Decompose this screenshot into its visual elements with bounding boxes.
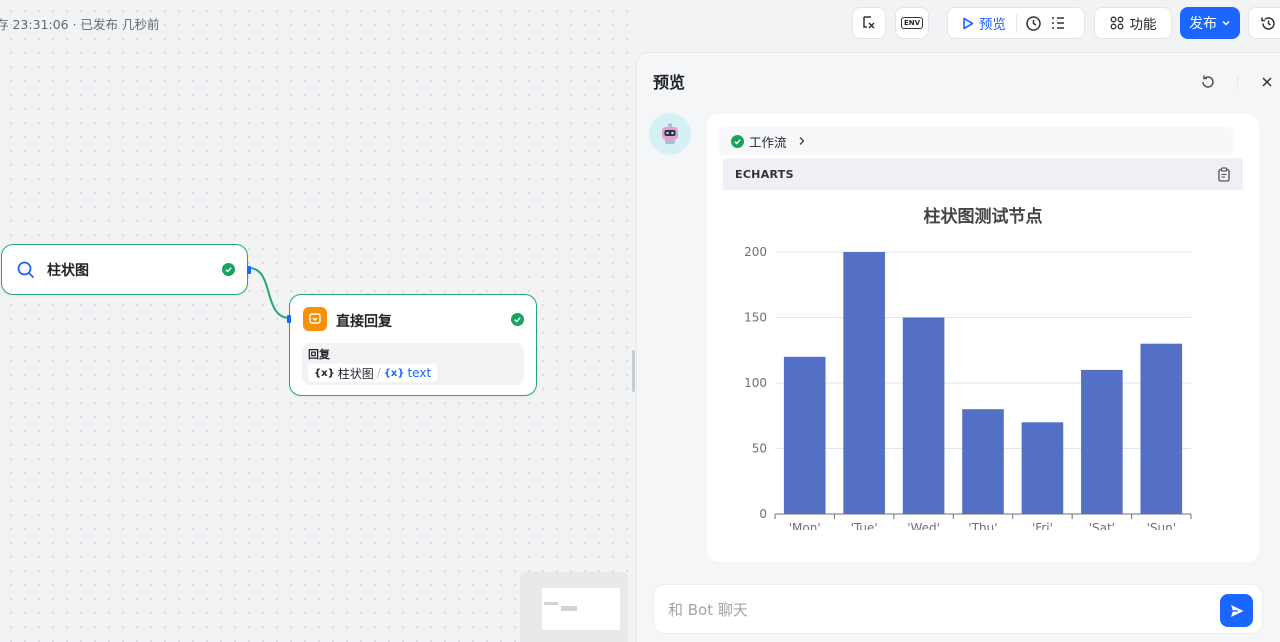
echarts-chart: 柱状图测试节点 0 50 100 150 200 'Mon' 'Tue' 'Wed' 'Thu' '…: [707, 190, 1259, 535]
restart-icon: [1202, 75, 1214, 88]
variable-node: 柱状图: [337, 366, 374, 381]
x-tick-label: 'Tue': [851, 521, 878, 530]
bar: [1021, 422, 1064, 514]
preview-label: 预览: [979, 17, 1006, 33]
env-icon: ENV: [900, 17, 924, 29]
y-tick-label: 0: [759, 507, 767, 521]
y-tick-label: 100: [744, 376, 767, 390]
minimap[interactable]: [520, 572, 628, 642]
variable-name: text: [407, 366, 432, 380]
code-block-header: ECHARTS: [723, 158, 1243, 190]
minimap-node: [561, 606, 577, 611]
apps-icon: [1110, 16, 1123, 30]
env-button[interactable]: ENV: [895, 7, 929, 39]
bar: [962, 409, 1004, 514]
code-language: ECHARTS: [735, 167, 794, 181]
reply-field[interactable]: 回复 {x} 柱状图 / {x} text: [302, 343, 524, 385]
variable-chip[interactable]: {x} 柱状图 / {x} text: [308, 364, 438, 382]
copy-button[interactable]: [1217, 166, 1231, 182]
success-check-icon: [222, 263, 235, 276]
publish-label: 发布: [1189, 16, 1217, 32]
node-title: 柱状图: [47, 263, 89, 279]
features-label: 功能: [1129, 17, 1157, 33]
input-handle[interactable]: [287, 315, 291, 323]
workflow-tag-label: 工作流: [749, 134, 787, 150]
play-icon: [963, 17, 974, 29]
history-icon: [1260, 16, 1275, 30]
bot-message: 工作流 ECHARTS 柱状图测试节点 0 50 100 150 200 'Mon' 'Tue…: [707, 114, 1259, 562]
bot-avatar: [649, 113, 691, 155]
chat-input[interactable]: [668, 597, 1208, 623]
checklist-button[interactable]: [852, 7, 886, 39]
checklist-panel-button[interactable]: [1050, 15, 1066, 31]
magnifier-icon: [16, 260, 36, 284]
run-history-button[interactable]: [1025, 15, 1042, 32]
close-icon: [1262, 77, 1272, 87]
bar-chart-svg: 柱状图测试节点 0 50 100 150 200 'Mon' 'Tue' 'Wed' 'Thu' '…: [744, 206, 1192, 535]
divider: [1237, 76, 1238, 89]
chart-title: 柱状图测试节点: [924, 206, 1043, 227]
preview-panel: 预览 工作流 ECHARTS 柱状图测试节点 0 50 100 150 200 …: [636, 52, 1280, 642]
history-clock-icon: [1026, 15, 1041, 31]
success-check-icon: [731, 134, 744, 148]
reply-node-icon: [303, 307, 327, 331]
bar: [902, 317, 945, 514]
x-tick-label: 'Sun': [1147, 521, 1176, 530]
node-bar-chart[interactable]: 柱状图: [1, 244, 251, 295]
y-tick-label: 150: [744, 311, 767, 325]
y-tick-label: 200: [744, 245, 767, 259]
checklist-icon: [863, 16, 875, 29]
preview-group: 预览: [947, 7, 1085, 39]
send-button[interactable]: [1220, 594, 1253, 627]
chat-input-box: [653, 584, 1263, 634]
chevron-right-icon: [799, 137, 805, 145]
workflow-process-toggle[interactable]: 工作流: [719, 127, 1280, 155]
node-title: 直接回复: [336, 314, 392, 330]
publish-button[interactable]: 发布: [1180, 7, 1240, 39]
clipboard-icon: [1218, 166, 1230, 182]
preview-button[interactable]: 预览: [948, 13, 1006, 33]
reply-field-label: 回复: [308, 348, 330, 361]
minimap-viewport: [542, 588, 620, 630]
x-tick-label: 'Wed': [907, 521, 940, 530]
robot-icon: [662, 123, 678, 144]
x-tick-label: 'Thu': [968, 521, 997, 530]
variable-separator: /: [376, 366, 381, 380]
success-check-icon: [511, 313, 524, 326]
variable-icon: {x}: [383, 367, 405, 379]
version-history-button[interactable]: [1248, 7, 1280, 39]
restart-button[interactable]: [1199, 73, 1217, 91]
divider: [1016, 14, 1017, 32]
send-icon: [1230, 604, 1243, 617]
y-tick-label: 50: [752, 442, 767, 456]
chevron-down-icon: [1222, 20, 1230, 26]
bar: [1140, 343, 1183, 514]
x-tick-label: 'Mon': [789, 521, 821, 530]
variable-icon: {x}: [314, 367, 335, 379]
list-icon: [1052, 17, 1064, 29]
bar: [1081, 369, 1123, 514]
x-tick-label: 'Sat': [1089, 521, 1115, 530]
minimap-node: [544, 602, 558, 605]
close-button[interactable]: [1259, 74, 1275, 90]
x-tick-label: 'Fri': [1032, 521, 1053, 530]
node-direct-reply[interactable]: 直接回复 回复 {x} 柱状图 / {x} text: [287, 294, 537, 396]
panel-resize-handle[interactable]: [632, 350, 635, 392]
workflow-canvas[interactable]: 存 23:31:06 · 已发布 几秒前 柱状图 直接回复 回复 {x} 柱状图: [0, 0, 636, 642]
bar: [783, 356, 826, 514]
output-handle[interactable]: [247, 266, 251, 274]
panel-title: 预览: [653, 73, 686, 92]
features-button[interactable]: 功能: [1094, 7, 1172, 39]
bar: [843, 252, 885, 514]
